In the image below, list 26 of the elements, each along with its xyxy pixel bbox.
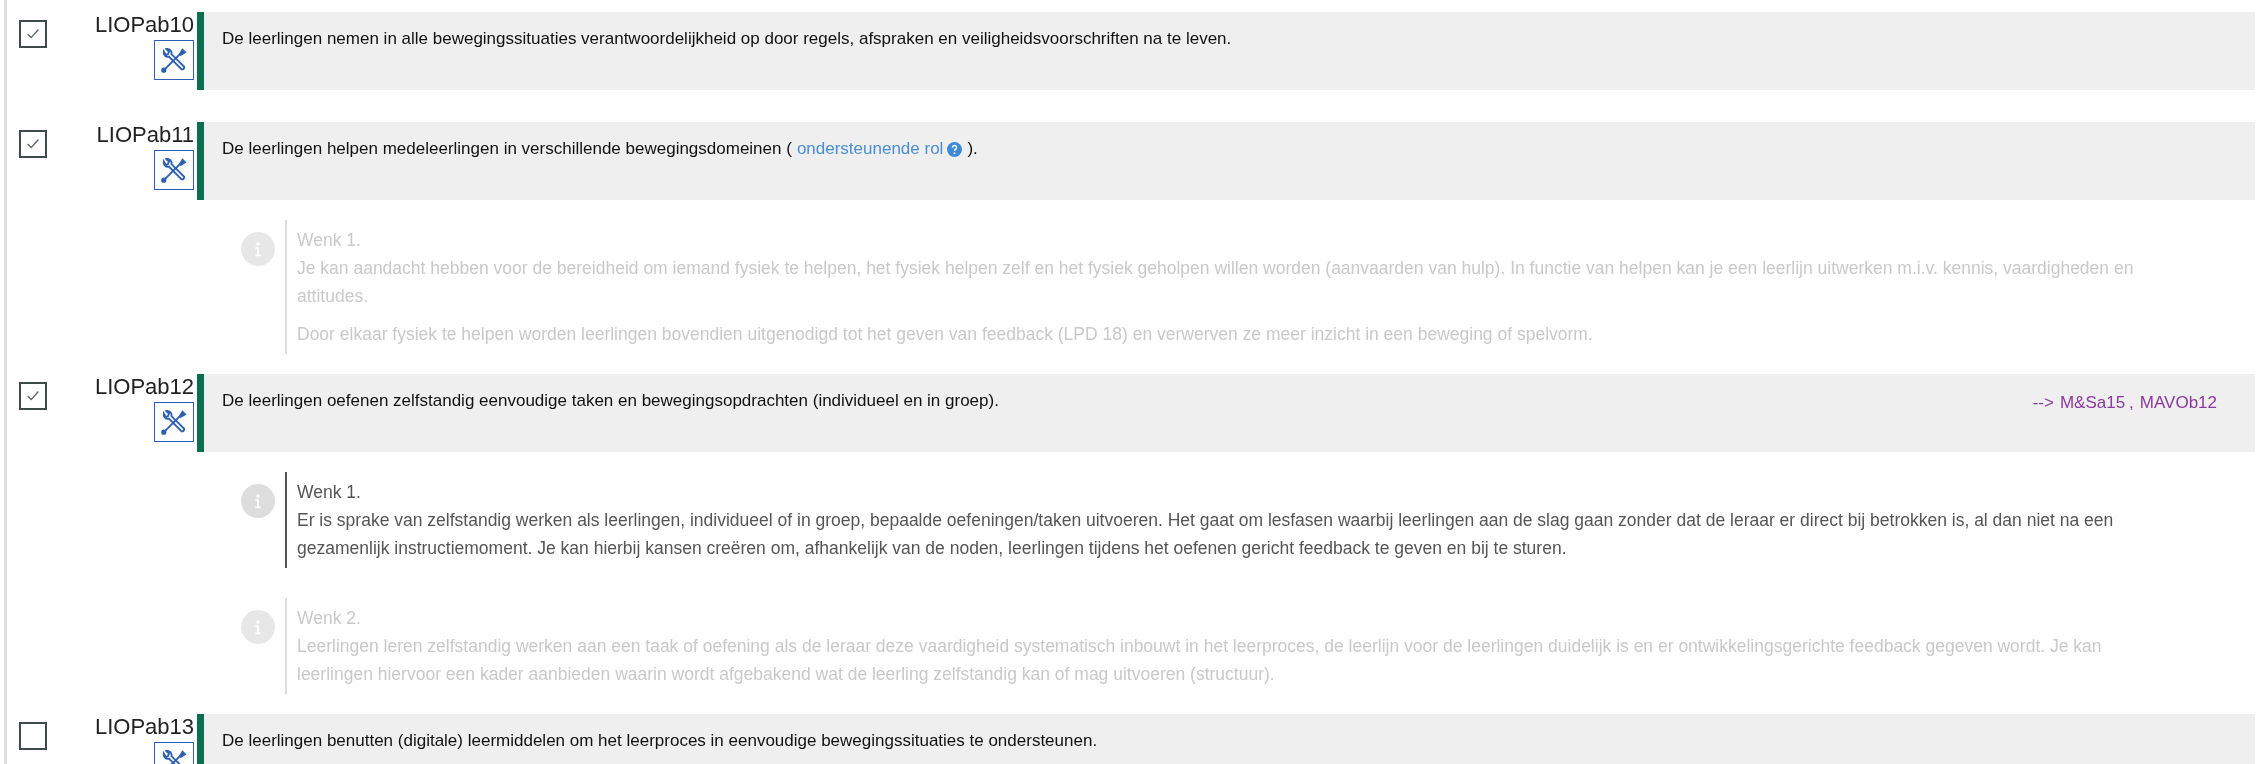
reference-link[interactable]: MAVOb12 bbox=[2139, 390, 2217, 416]
checkbox[interactable] bbox=[19, 722, 47, 750]
hint-title: Wenk 1. bbox=[297, 481, 362, 504]
code-label: LIOPab12 bbox=[94, 374, 194, 400]
tools-icon[interactable] bbox=[154, 402, 194, 442]
goal-text: De leerlingen helpen medeleerlingen in verschillende bewegingsdomeinen ( ondersteunende rol ). bbox=[222, 138, 978, 160]
checkbox[interactable] bbox=[19, 20, 47, 48]
checkbox[interactable] bbox=[19, 382, 47, 410]
tools-icon[interactable] bbox=[154, 40, 194, 80]
goal-text: De leerlingen nemen in alle bewegingssituaties verantwoordelijkheid op door regels, afspraken en veiligheidsvoorschriften na te leven. bbox=[222, 28, 1232, 50]
hint-text: Er is sprake van zelfstandig werken als leerlingen, individueel of in groep, bepaalde oefeningen/taken uitvoeren. Het gaat om lesfasen waarbij leerlingen aan de slag gaan zonder dat de leraar er direct bij betrokken is, al dan niet na een gezamenlijk instructiemoment. Je kan hierbij kansen creëren om, afhankelijk van de noden, leerlingen tijdens het oefenen gericht feedback te geven en bij te sturen. bbox=[297, 509, 2115, 560]
checkbox[interactable] bbox=[19, 130, 47, 158]
info-icon bbox=[241, 610, 275, 644]
goal-text: De leerlingen benutten (digitale) leermiddelen om het leerproces in eenvoudige bewegingssituaties te ondersteunen. bbox=[222, 730, 1098, 752]
arrow-text: --> bbox=[2032, 392, 2054, 414]
code-label: LIOPab11 bbox=[96, 122, 194, 148]
separator-text: , bbox=[2129, 392, 2134, 414]
tools-icon[interactable] bbox=[154, 150, 194, 190]
info-icon bbox=[241, 232, 275, 266]
info-icon bbox=[241, 484, 275, 518]
glossary-link[interactable]: ondersteunende rol bbox=[796, 138, 963, 160]
help-icon bbox=[947, 141, 963, 157]
reference-link[interactable]: M&Sa15 bbox=[2059, 390, 2126, 416]
code-label: LIOPab10 bbox=[94, 12, 194, 38]
code-label: LIOPab13 bbox=[94, 714, 194, 740]
goal-text: De leerlingen oefenen zelfstandig eenvoudige taken en bewegingsopdrachten (individueel en in groep). bbox=[222, 390, 999, 412]
